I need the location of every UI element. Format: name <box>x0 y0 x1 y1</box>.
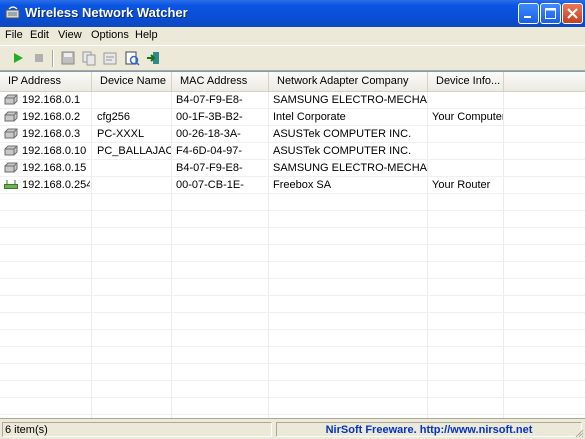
cell-device-name: PC-XXXL <box>97 128 145 140</box>
cell-ip-address: 192.168.0.3 <box>22 128 81 140</box>
table-row[interactable]: 192.168.0.10 PC_BALLAJACK F4-6D-04-97- ASUS… <box>0 143 585 160</box>
menu-options[interactable]: Options <box>91 29 129 41</box>
empty-row <box>0 194 585 211</box>
status-credit-link[interactable]: NirSoft Freeware. http://www.nirsoft.net <box>276 422 582 437</box>
app-icon <box>5 6 20 19</box>
menu-edit[interactable]: Edit <box>30 29 49 41</box>
menu-help[interactable]: Help <box>135 29 158 41</box>
cell-device-name <box>97 160 171 176</box>
empty-row <box>0 245 585 262</box>
cell-device-name: PC_BALLAJACK <box>97 145 171 157</box>
menu-bar: File Edit View Options Help <box>0 27 585 45</box>
cell-mac-address: B4-07-F9-E8- <box>176 162 243 174</box>
window-title: Wireless Network Watcher <box>25 5 188 20</box>
cell-network-adapter-company: Intel Corporate <box>273 111 346 123</box>
empty-row <box>0 228 585 245</box>
column-device-info[interactable]: Device Info... <box>428 72 504 91</box>
column-ip-address[interactable]: IP Address <box>0 72 92 91</box>
maximize-icon <box>545 8 556 19</box>
maximize-button[interactable] <box>540 3 561 24</box>
cell-network-adapter-company: Freebox SA <box>273 179 332 191</box>
minimize-button[interactable] <box>518 3 539 24</box>
cell-network-adapter-company: ASUSTek COMPUTER INC. <box>273 128 412 140</box>
table-row[interactable]: 192.168.0.3 PC-XXXL 00-26-18-3A- ASUSTek CO… <box>0 126 585 143</box>
table-row[interactable]: 192.168.0.15 B4-07-F9-E8- SAMSUNG ELECTRO-… <box>0 160 585 177</box>
table-row[interactable]: 192.168.0.2 cfg256 00-1F-3B-B2- Intel Corpo… <box>0 109 585 126</box>
close-icon <box>567 8 578 19</box>
toolbar <box>0 45 585 71</box>
cell-mac-address: B4-07-F9-E8- <box>176 94 243 106</box>
resize-grip-icon[interactable] <box>574 428 584 438</box>
empty-row <box>0 347 585 364</box>
cell-device-info <box>432 126 503 142</box>
cell-device-info: Your Router <box>432 179 491 191</box>
cell-device-info <box>432 143 503 159</box>
cell-device-info: Your Computer <box>432 111 503 123</box>
computer-icon <box>4 128 18 139</box>
column-mac-address[interactable]: MAC Address <box>172 72 269 91</box>
menu-view[interactable]: View <box>58 29 82 41</box>
menu-file[interactable]: File <box>5 29 23 41</box>
cell-ip-address: 192.168.0.2 <box>22 111 81 123</box>
minimize-icon <box>524 16 531 18</box>
router-icon <box>4 180 18 189</box>
list-header: IP Address Device Name MAC Address Netwo… <box>0 72 585 92</box>
toolbar-separator <box>52 50 54 67</box>
save-icon[interactable] <box>60 50 76 66</box>
cell-device-name: cfg256 <box>97 111 131 123</box>
computer-icon <box>4 111 18 122</box>
empty-row <box>0 313 585 330</box>
title-bar[interactable]: Wireless Network Watcher <box>0 0 585 27</box>
device-list[interactable]: IP Address Device Name MAC Address Netwo… <box>0 71 585 418</box>
status-item-count: 6 item(s) <box>2 422 272 437</box>
empty-row <box>0 211 585 228</box>
empty-row <box>0 296 585 313</box>
empty-row <box>0 364 585 381</box>
copy-icon[interactable] <box>81 50 97 66</box>
cell-mac-address: 00-1F-3B-B2- <box>176 111 243 123</box>
cell-mac-address: F4-6D-04-97- <box>176 145 243 157</box>
computer-icon <box>4 145 18 156</box>
computer-icon <box>4 162 18 173</box>
empty-row <box>0 330 585 347</box>
list-rows: 192.168.0.1 B4-07-F9-E8- SAMSUNG ELECTRO-M… <box>0 92 585 418</box>
empty-row <box>0 398 585 415</box>
cell-ip-address: 192.168.0.1 <box>22 94 81 106</box>
status-bar: 6 item(s) NirSoft Freeware. http://www.n… <box>0 418 585 439</box>
close-button[interactable] <box>562 3 583 24</box>
empty-row <box>0 381 585 398</box>
cell-network-adapter-company: ASUSTek COMPUTER INC. <box>273 145 412 157</box>
cell-device-info <box>432 160 503 176</box>
cell-ip-address: 192.168.0.15 <box>22 162 87 174</box>
cell-ip-address: 192.168.0.254 <box>22 179 90 191</box>
cell-device-name <box>97 177 171 193</box>
start-icon[interactable] <box>10 50 26 66</box>
table-row[interactable]: 192.168.0.1 B4-07-F9-E8- SAMSUNG ELECTRO-M… <box>0 92 585 109</box>
main-window: Wireless Network Watcher File Edit View … <box>0 0 585 439</box>
cell-network-adapter-company: SAMSUNG ELECTRO-MECHANICS <box>273 162 427 174</box>
properties-icon[interactable] <box>102 50 118 66</box>
empty-row <box>0 262 585 279</box>
column-network-adapter-company[interactable]: Network Adapter Company <box>269 72 428 91</box>
computer-icon <box>4 94 18 105</box>
exit-icon[interactable] <box>145 50 161 66</box>
cell-ip-address: 192.168.0.10 <box>22 145 87 157</box>
empty-row <box>0 279 585 296</box>
stop-icon[interactable] <box>31 50 47 66</box>
table-row[interactable]: 192.168.0.254 00-07-CB-1E- Freebox SA Your … <box>0 177 585 194</box>
cell-network-adapter-company: SAMSUNG ELECTRO-MECHANICS <box>273 94 427 106</box>
cell-mac-address: 00-26-18-3A- <box>176 128 241 140</box>
cell-device-name <box>97 92 171 108</box>
advanced-options-icon[interactable] <box>124 50 140 66</box>
cell-device-info <box>432 92 503 108</box>
cell-mac-address: 00-07-CB-1E- <box>176 179 244 191</box>
column-device-name[interactable]: Device Name <box>92 72 172 91</box>
